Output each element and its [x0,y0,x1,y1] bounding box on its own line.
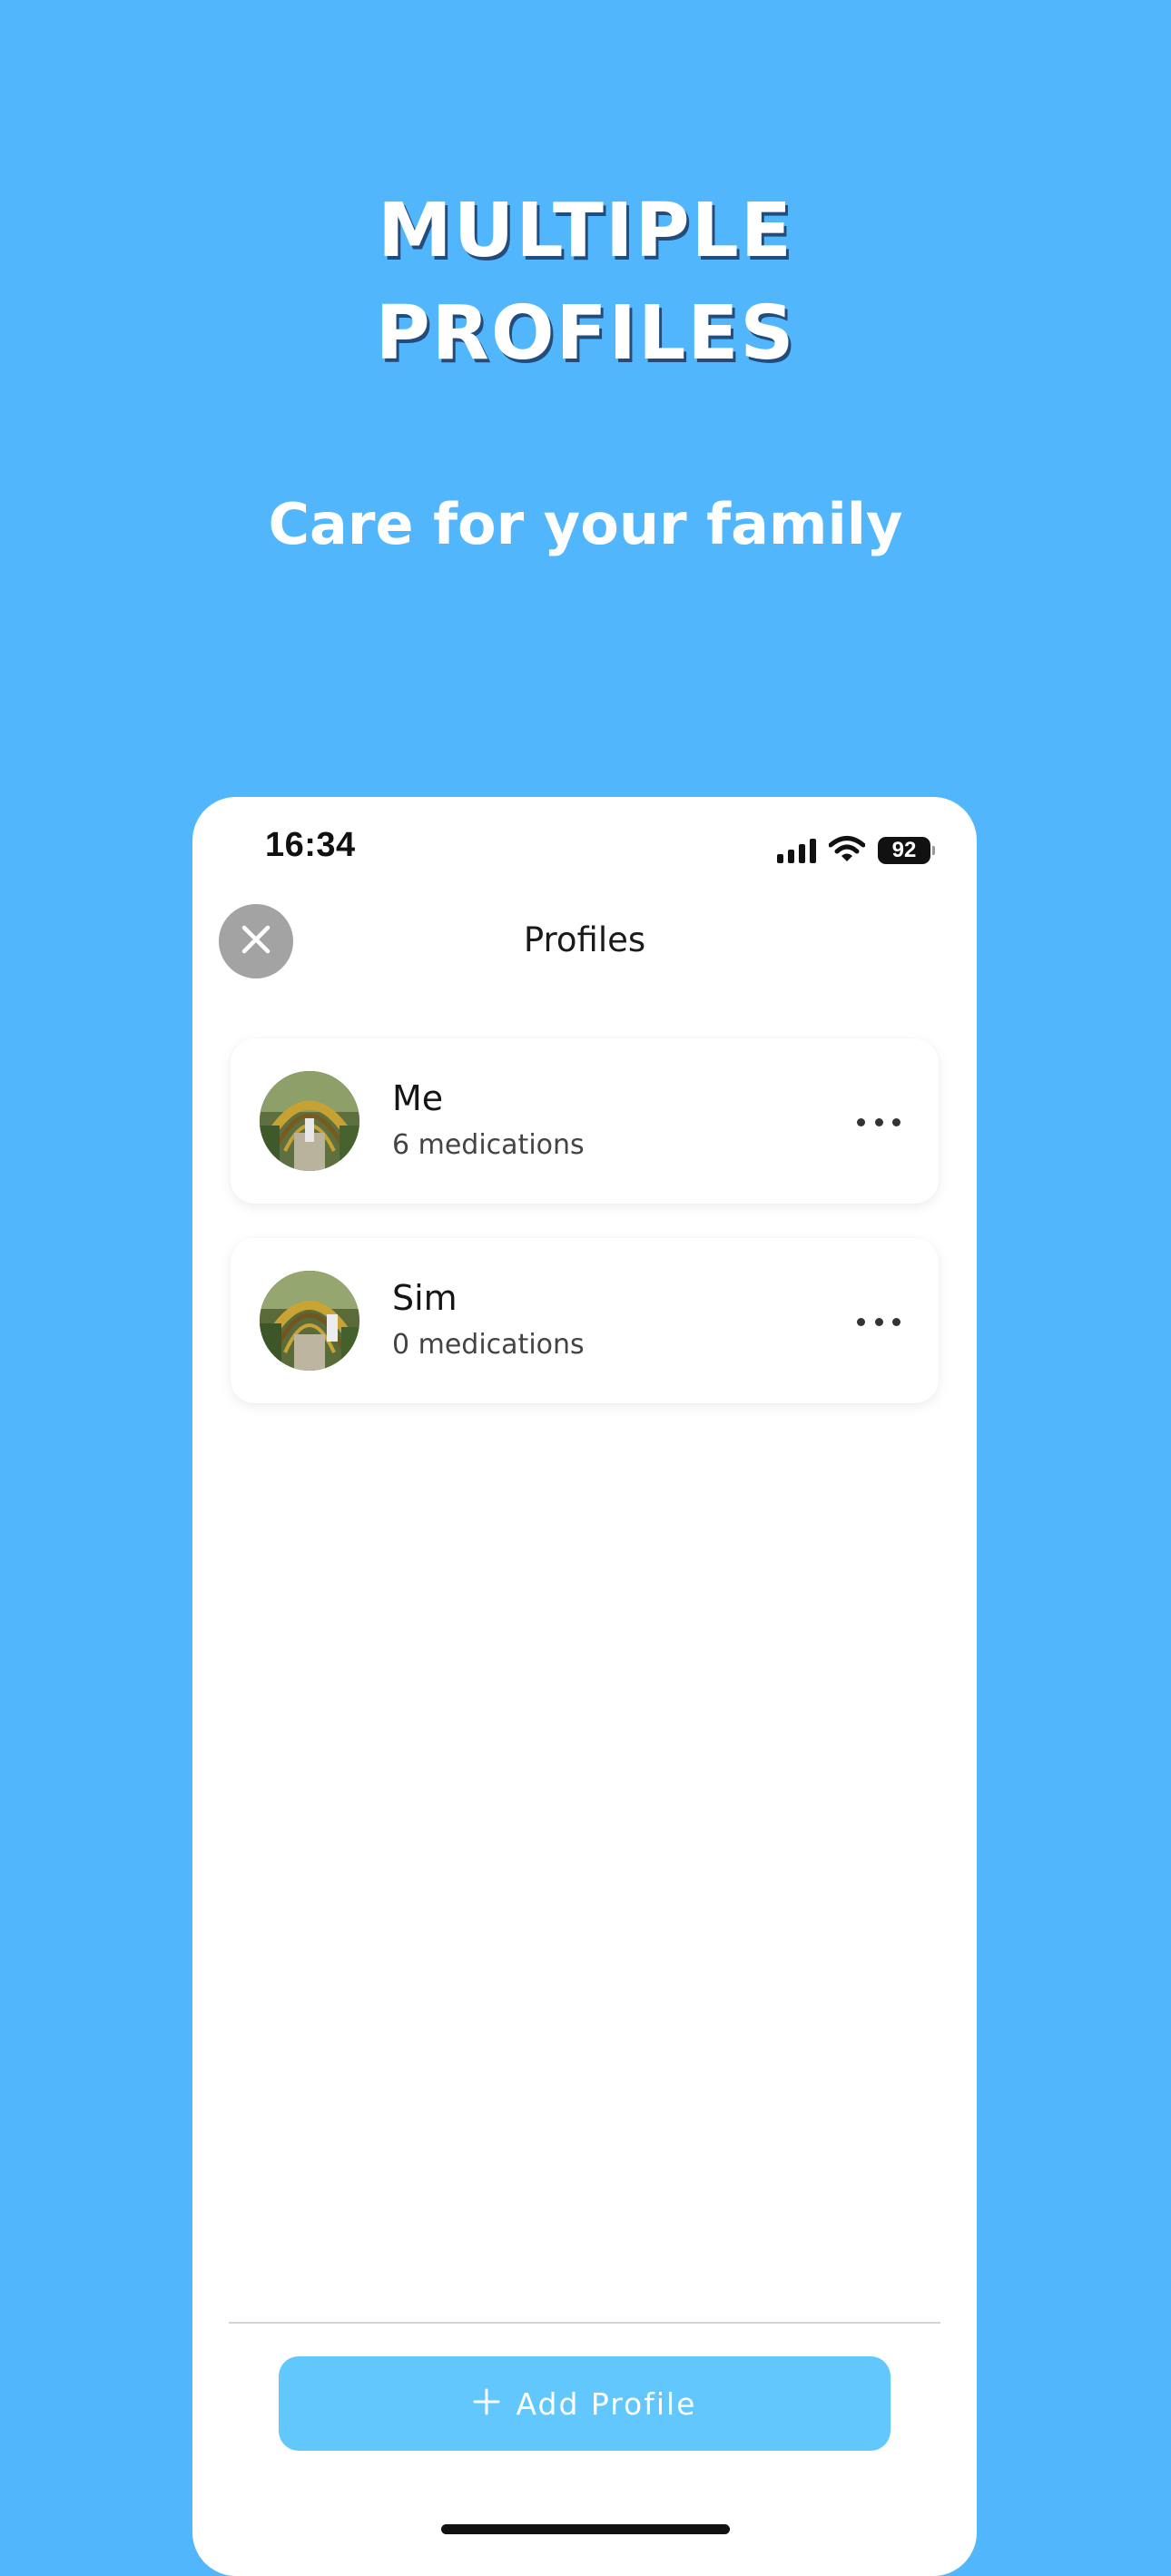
avatar [260,1271,359,1371]
signal-icon [777,838,816,863]
add-profile-button[interactable]: Add Profile [279,2356,891,2451]
hero-subtitle: Care for your family [268,491,903,557]
more-options-button[interactable] [857,1109,900,1135]
add-profile-label: Add Profile [516,2385,697,2422]
profile-name: Me [392,1078,444,1118]
profile-card[interactable]: Sim 0 medications [231,1238,939,1403]
status-time: 16:34 [265,826,356,864]
screen-title: Profiles [523,920,646,959]
profile-card[interactable]: Me 6 medications [231,1038,939,1204]
profile-name: Sim [392,1278,458,1318]
status-icons: 92 [777,835,935,866]
more-icon [857,1117,865,1126]
hero-title-line: MULTIPLE [378,188,793,274]
divider [229,2322,940,2324]
profile-medications: 0 medications [392,1329,585,1361]
more-options-button[interactable] [857,1309,900,1334]
battery-level: 92 [878,837,930,864]
hero-title: MULTIPLE PROFILES [0,180,1171,385]
phone-screen: 16:34 92 Profiles Me 6 medications Sim 0… [192,797,977,2576]
more-icon [857,1317,865,1326]
plus-icon [473,2388,500,2419]
wifi-icon [828,835,866,866]
hero-title-line: PROFILES [375,290,796,377]
battery-icon: 92 [878,837,935,864]
profile-medications: 6 medications [392,1129,585,1161]
home-indicator [441,2524,730,2534]
avatar [260,1071,359,1171]
